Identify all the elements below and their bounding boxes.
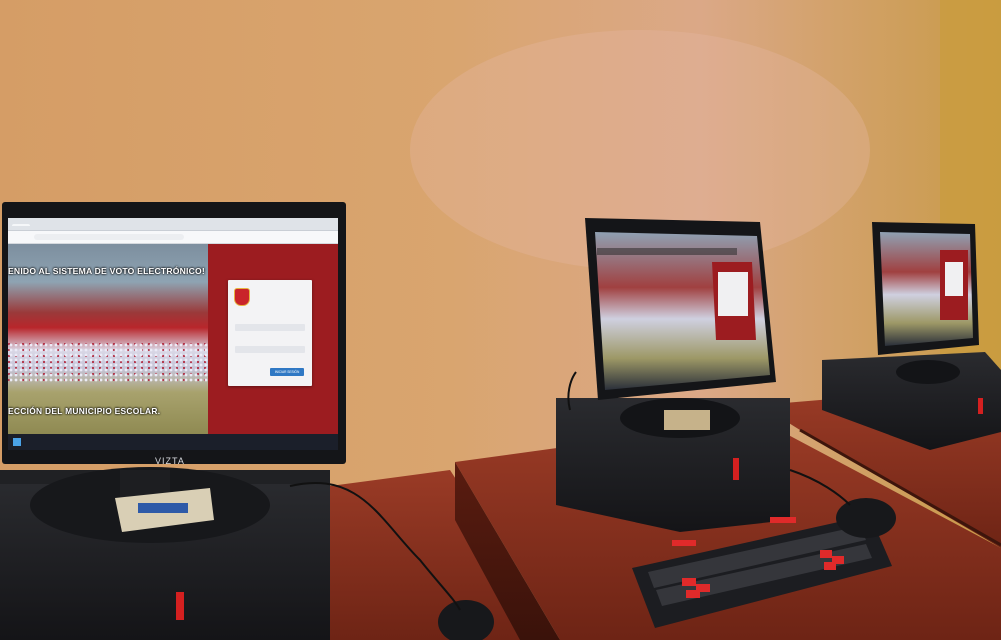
- mouse-right: [836, 498, 896, 538]
- photo-scene: ENIDO AL SISTEMA DE VOTO ELECTRÓNICO! EC…: [0, 0, 1001, 640]
- monitor-brand: VIZTA: [155, 456, 185, 466]
- election-banner: ECCIÓN DEL MUNICIPIO ESCOLAR.: [8, 406, 161, 416]
- user-input[interactable]: [235, 324, 305, 331]
- school-shield-icon: [234, 288, 250, 306]
- browser-tab[interactable]: [12, 224, 30, 226]
- start-icon[interactable]: [13, 438, 21, 446]
- login-button[interactable]: INICIAR SESIÓN: [270, 368, 304, 376]
- student-crowd: [8, 342, 208, 382]
- login-panel: INICIAR SESIÓN: [208, 244, 338, 434]
- welcome-banner: ENIDO AL SISTEMA DE VOTO ELECTRÓNICO!: [8, 266, 205, 276]
- login-card: INICIAR SESIÓN: [228, 280, 312, 386]
- browser-address-bar[interactable]: [8, 231, 338, 244]
- browser-tab-bar: [8, 218, 338, 231]
- school-photo: ENIDO AL SISTEMA DE VOTO ELECTRÓNICO! EC…: [8, 244, 208, 434]
- address-field[interactable]: [34, 234, 184, 240]
- voting-login-page: ENIDO AL SISTEMA DE VOTO ELECTRÓNICO! EC…: [8, 244, 338, 434]
- left-monitor-screen: ENIDO AL SISTEMA DE VOTO ELECTRÓNICO! EC…: [8, 218, 338, 450]
- password-input[interactable]: [235, 346, 305, 353]
- windows-taskbar: [8, 434, 338, 450]
